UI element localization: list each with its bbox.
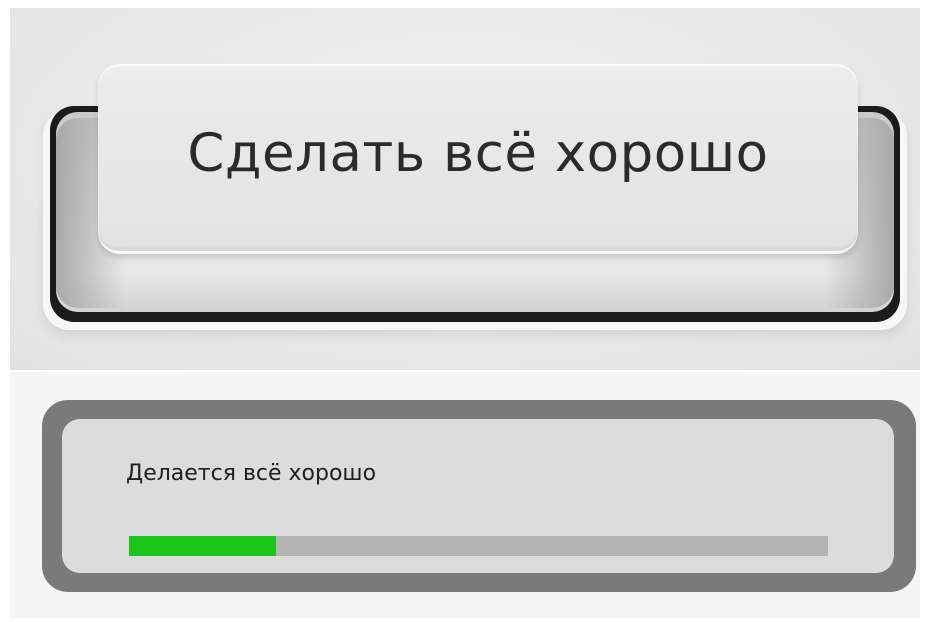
progress-panel: Делается всё хорошо	[10, 372, 920, 618]
do-everything-well-button[interactable]: Сделать всё хорошо	[98, 64, 858, 254]
do-everything-well-button-label: Сделать всё хорошо	[187, 123, 769, 184]
progress-status-text: Делается всё хорошо	[126, 461, 377, 486]
progress-bar	[129, 536, 828, 556]
progress-dialog-frame: Делается всё хорошо	[42, 400, 916, 592]
progress-dialog: Делается всё хорошо	[62, 419, 894, 573]
progress-bar-fill	[129, 536, 276, 556]
key-button-panel: Сделать всё хорошо	[10, 8, 920, 370]
